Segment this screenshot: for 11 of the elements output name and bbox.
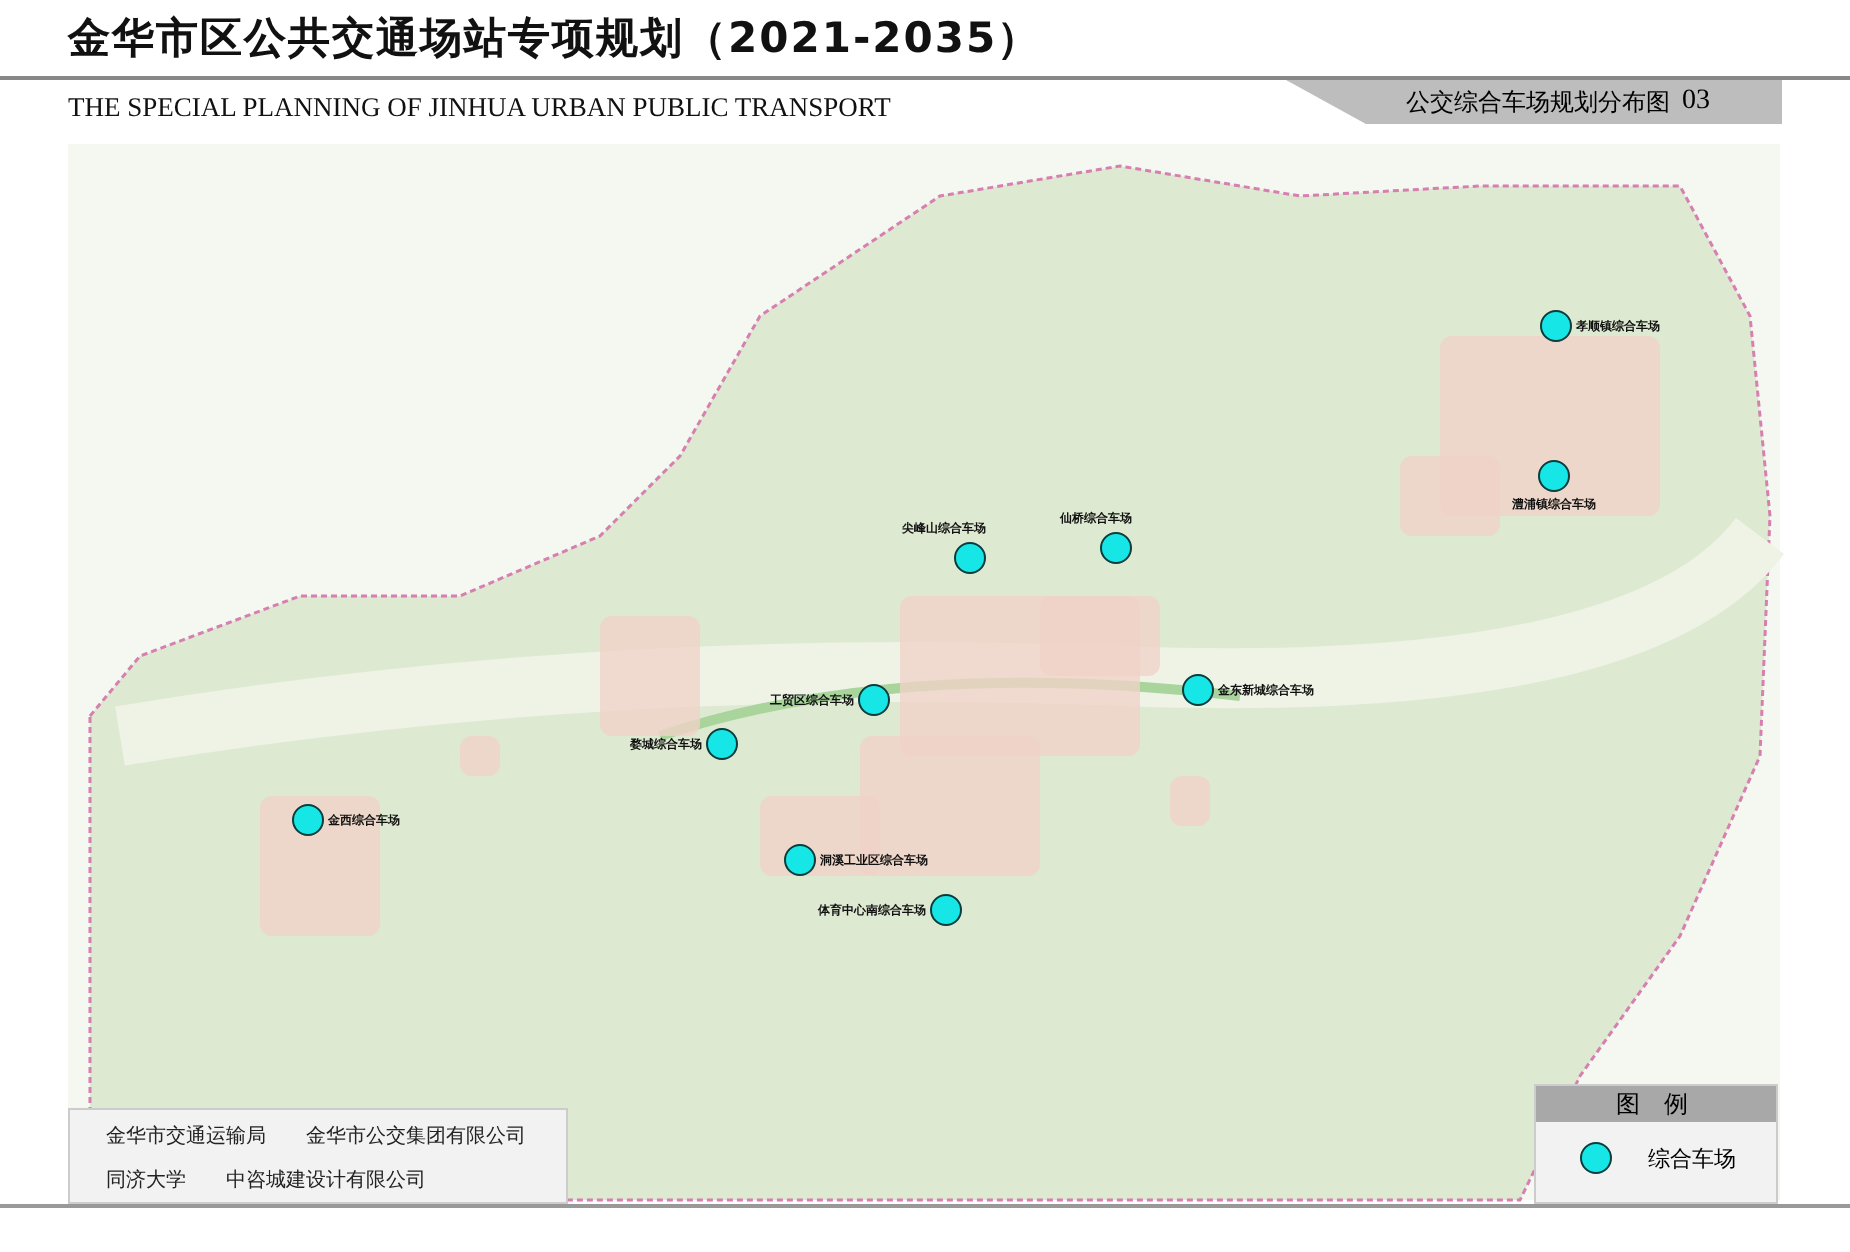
report-subtitle: THE SPECIAL PLANNING OF JINHUA URBAN PUBLIC TRANSPORT (68, 92, 891, 124)
organization-name: 金华市交通运输局 (106, 1123, 266, 1150)
sheet-title: 公交综合车场规划分布图 (1406, 85, 1670, 119)
report-title: 金华市区公共交通场站专项规划（2021-2035） (68, 12, 1042, 66)
legend-marker (1580, 1142, 1612, 1174)
organization-name: 金华市公交集团有限公司 (306, 1123, 526, 1150)
legend-label: 综合车场 (1648, 1143, 1736, 1173)
sheet-number: 03 (1682, 86, 1710, 118)
organization-name: 中咨城建设计有限公司 (226, 1167, 426, 1194)
legend-title: 图 例 (1536, 1086, 1776, 1122)
organization-name: 同济大学 (106, 1167, 186, 1194)
